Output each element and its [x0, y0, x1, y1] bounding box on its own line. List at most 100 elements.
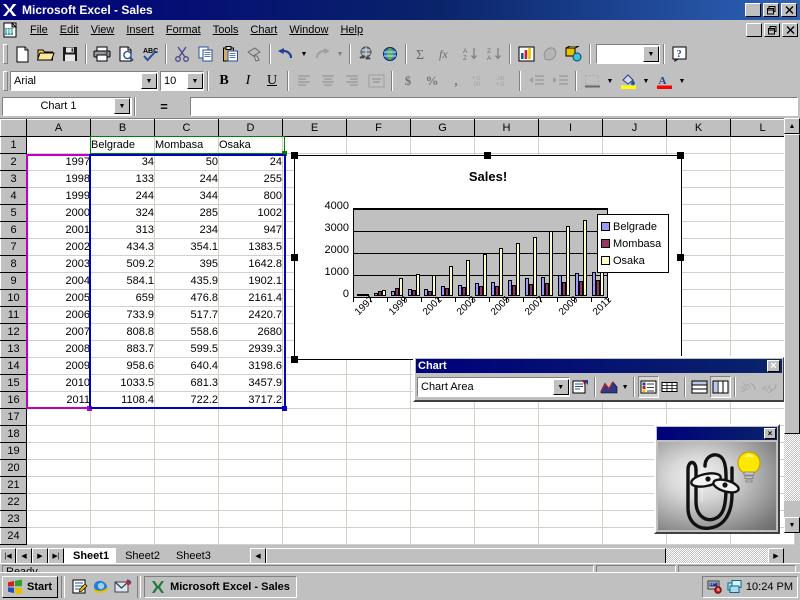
bar-Osaka-2003[interactable]: [465, 259, 470, 296]
bar-group-2000[interactable]: [405, 210, 422, 296]
col-header-B[interactable]: B: [90, 119, 155, 137]
cell-G23[interactable]: [410, 510, 475, 528]
cell-D21[interactable]: [218, 476, 283, 494]
cell-C17[interactable]: [154, 408, 219, 426]
bar-group-2002[interactable]: [439, 210, 456, 296]
bar-group-2004[interactable]: [472, 210, 489, 296]
cell-G21[interactable]: [410, 476, 475, 494]
percent-icon[interactable]: %: [420, 70, 444, 92]
cell-D1[interactable]: Osaka: [218, 136, 283, 154]
col-header-G[interactable]: G: [410, 119, 475, 137]
workbook-icon[interactable]: [2, 21, 20, 38]
new-icon[interactable]: [10, 43, 34, 65]
toolbar-grip[interactable]: [3, 71, 8, 91]
row-header-19[interactable]: 19: [0, 442, 27, 460]
cell-A7[interactable]: 2002: [26, 238, 91, 256]
cell-B20[interactable]: [90, 459, 155, 477]
chart-toolbar-close-button[interactable]: ×: [767, 360, 780, 372]
cell-H23[interactable]: [474, 510, 539, 528]
cell-E24[interactable]: [282, 527, 347, 545]
row-header-9[interactable]: 9: [0, 272, 27, 290]
network-icon[interactable]: [727, 579, 743, 594]
hyperlink-icon[interactable]: [354, 43, 378, 65]
cell-C16[interactable]: 722.2: [154, 391, 219, 409]
cell-A4[interactable]: 1999: [26, 187, 91, 205]
cell-F21[interactable]: [346, 476, 411, 494]
row-header-24[interactable]: 24: [0, 527, 27, 545]
cell-E19[interactable]: [282, 442, 347, 460]
cell-C12[interactable]: 558.6: [154, 323, 219, 341]
cell-F23[interactable]: [346, 510, 411, 528]
chart-handle-ne[interactable]: [677, 152, 684, 159]
cell-H1[interactable]: [474, 136, 539, 154]
assistant-title-bar[interactable]: ×: [657, 427, 777, 440]
font-size-dropdown-icon[interactable]: ▼: [187, 73, 203, 89]
cell-J17[interactable]: [602, 408, 667, 426]
doc-restore-button[interactable]: [764, 23, 780, 37]
assistant-body[interactable]: [658, 442, 776, 530]
menu-file[interactable]: File: [24, 22, 54, 38]
print-icon[interactable]: [90, 43, 114, 65]
cell-J1[interactable]: [602, 136, 667, 154]
col-header-E[interactable]: E: [282, 119, 347, 137]
cell-A14[interactable]: 2009: [26, 357, 91, 375]
cell-H19[interactable]: [474, 442, 539, 460]
row-header-6[interactable]: 6: [0, 221, 27, 239]
cell-G22[interactable]: [410, 493, 475, 511]
borders-icon[interactable]: [580, 70, 604, 92]
minimize-button[interactable]: _: [745, 3, 761, 18]
cell-D14[interactable]: 3198.6: [218, 357, 283, 375]
cell-A8[interactable]: 2003: [26, 255, 91, 273]
col-header-H[interactable]: H: [474, 119, 539, 137]
align-center-icon[interactable]: [316, 70, 340, 92]
scroll-left-button[interactable]: ◀: [250, 548, 266, 564]
cell-A2[interactable]: 1997: [26, 153, 91, 171]
italic-icon[interactable]: I: [236, 70, 260, 92]
align-left-icon[interactable]: [292, 70, 316, 92]
by-row-icon[interactable]: [689, 376, 710, 398]
cell-A17[interactable]: [26, 408, 91, 426]
chart-object-dropdown-icon[interactable]: ▼: [552, 379, 569, 395]
font-color-dropdown-icon[interactable]: ▼: [676, 70, 688, 92]
cell-D16[interactable]: 3717.2: [218, 391, 283, 409]
row-header-4[interactable]: 4: [0, 187, 27, 205]
cell-K17[interactable]: [666, 408, 731, 426]
prev-sheet-button[interactable]: ◀: [16, 548, 32, 564]
bar-group-2001[interactable]: [422, 210, 439, 296]
chart-object[interactable]: Sales! 0 1000 2000 3000 4000 1997 1999 2001 200…: [294, 155, 682, 360]
cell-A18[interactable]: [26, 425, 91, 443]
cell-E15[interactable]: [282, 374, 347, 392]
col-header-J[interactable]: J: [602, 119, 667, 137]
select-all-corner[interactable]: [0, 119, 27, 137]
cell-A16[interactable]: 2011: [26, 391, 91, 409]
cell-B1[interactable]: Belgrade: [90, 136, 155, 154]
decrease-indent-icon[interactable]: [524, 70, 548, 92]
row-header-22[interactable]: 22: [0, 493, 27, 511]
cell-B16[interactable]: 1108.4: [90, 391, 155, 409]
row-header-13[interactable]: 13: [0, 340, 27, 358]
cell-G19[interactable]: [410, 442, 475, 460]
cell-H22[interactable]: [474, 493, 539, 511]
vertical-scrollbar[interactable]: ▲ ▼: [784, 118, 800, 533]
bar-group-1998[interactable]: [372, 210, 389, 296]
cell-D3[interactable]: 255: [218, 170, 283, 188]
lightbulb-icon[interactable]: [736, 450, 762, 484]
cell-E22[interactable]: [282, 493, 347, 511]
menu-help[interactable]: Help: [334, 22, 369, 38]
cell-C4[interactable]: 344: [154, 187, 219, 205]
cell-F16[interactable]: [346, 391, 411, 409]
formula-equals-button[interactable]: =: [138, 96, 190, 116]
taskbar-item-excel[interactable]: Microsoft Excel - Sales: [144, 575, 297, 598]
cell-A1[interactable]: [26, 136, 91, 154]
row-header-14[interactable]: 14: [0, 357, 27, 375]
bar-Osaka-1998[interactable]: [382, 290, 387, 296]
cell-A22[interactable]: [26, 493, 91, 511]
cell-F22[interactable]: [346, 493, 411, 511]
scroll-down-button[interactable]: ▼: [784, 517, 800, 533]
cell-A23[interactable]: [26, 510, 91, 528]
map-icon[interactable]: [538, 43, 562, 65]
align-right-icon[interactable]: [340, 70, 364, 92]
merge-center-icon[interactable]: [364, 70, 388, 92]
cell-D12[interactable]: 2680: [218, 323, 283, 341]
redo-dropdown-icon[interactable]: ▼: [334, 43, 346, 65]
